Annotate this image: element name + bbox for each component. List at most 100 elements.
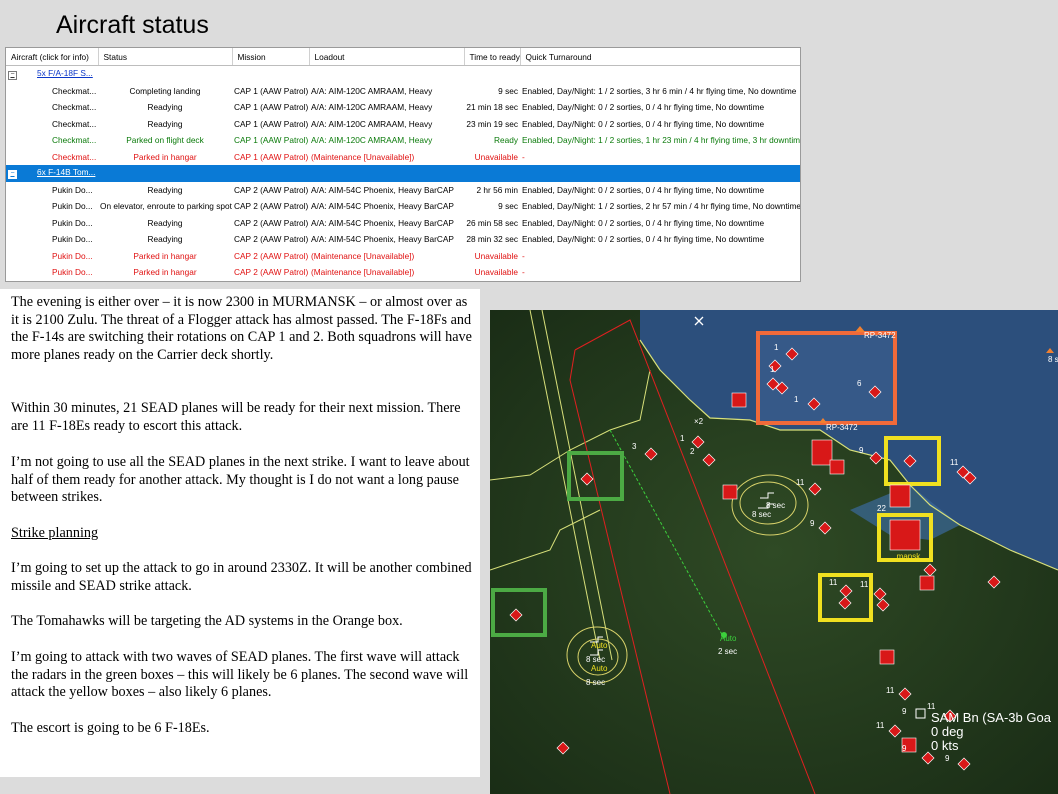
map-label-sec2: 8 sec bbox=[766, 501, 785, 510]
radar-site-unit[interactable] bbox=[829, 459, 845, 475]
mission-cell: CAP 1 (AAW Patrol) bbox=[234, 102, 309, 113]
status-cell: Readying bbox=[147, 102, 183, 113]
aircraft-name-cell[interactable]: Pukin Do... bbox=[6, 248, 98, 265]
time-to-ready-cell: 26 min 58 sec bbox=[466, 217, 518, 228]
aircraft-row[interactable]: Pukin Do... On elevator, enroute to parki… bbox=[6, 198, 800, 215]
aircraft-name-cell[interactable]: Checkmat... bbox=[6, 99, 98, 116]
loadout-cell: A/A: AIM-54C Phoenix, Heavy BarCAP bbox=[311, 201, 454, 212]
collapse-toggle-icon[interactable]: − bbox=[8, 170, 17, 180]
mission-cell: CAP 1 (AAW Patrol) bbox=[234, 85, 309, 96]
map-label-n7: 2 bbox=[690, 447, 695, 456]
group-name-link[interactable]: 6x F-14B Tom... bbox=[37, 167, 95, 177]
mission-cell: CAP 1 (AAW Patrol) bbox=[234, 135, 309, 146]
radar-site-unit[interactable] bbox=[879, 649, 895, 665]
map-label-auto2-sec: 8 sec bbox=[586, 678, 605, 687]
status-cell: Parked in hangar bbox=[133, 267, 197, 278]
loadout-cell: A/A: AIM-54C Phoenix, Heavy BarCAP bbox=[311, 234, 454, 245]
group-cell[interactable]: − 6x F-14B Tom... bbox=[6, 165, 800, 182]
column-header-mission[interactable]: Mission bbox=[232, 48, 310, 66]
aircraft-name-cell[interactable]: Checkmat... bbox=[6, 149, 98, 166]
quick-turnaround-cell: - bbox=[522, 250, 525, 261]
quick-turnaround-cell: Enabled, Day/Night: 1 / 2 sorties, 3 hr … bbox=[522, 85, 797, 96]
aircraft-name-cell[interactable]: Pukin Do... bbox=[6, 182, 98, 199]
aircraft-status-grid[interactable]: Aircraft (click for info) Status Mission… bbox=[5, 47, 801, 282]
aircraft-group-row[interactable]: − 6x F-14B Tom... bbox=[6, 165, 800, 182]
time-to-ready-cell: 2 hr 56 min bbox=[476, 184, 518, 195]
aircraft-row[interactable]: Checkmat... Parked in hangar CAP 1 (AAW Pa… bbox=[6, 149, 800, 166]
loadout-cell: (Maintenance [Unavailable]) bbox=[311, 151, 415, 162]
status-cell: On elevator, enroute to parking spot bbox=[100, 201, 232, 212]
status-cell: Parked in hangar bbox=[133, 151, 197, 162]
column-header-status[interactable]: Status bbox=[98, 48, 233, 66]
aircraft-row[interactable]: Checkmat... Readying CAP 1 (AAW Patrol) A/A… bbox=[6, 99, 800, 116]
narrative-paragraph-7: The escort is going to be 6 F-18Es. bbox=[11, 720, 210, 736]
narrative-panel: The evening is either over – it is now 2… bbox=[0, 289, 480, 777]
narrative-paragraph-5: The Tomahawks will be targeting the AD s… bbox=[11, 613, 403, 629]
quick-turnaround-cell: Enabled, Day/Night: 1 / 2 sorties, 2 hr … bbox=[522, 201, 800, 212]
aircraft-row[interactable]: Pukin Do... Readying CAP 2 (AAW Patrol) A/A… bbox=[6, 182, 800, 199]
map-label-n10: 11 bbox=[796, 478, 805, 487]
aircraft-row[interactable]: Pukin Do... Readying CAP 2 (AAW Patrol) A/A… bbox=[6, 231, 800, 248]
group-cell[interactable]: − 5x F/A-18F S... bbox=[6, 66, 800, 83]
time-to-ready-cell: 23 min 19 sec bbox=[466, 118, 518, 129]
aircraft-name-cell[interactable]: Pukin Do... bbox=[6, 231, 98, 248]
map-label-n9: 11 bbox=[950, 458, 959, 467]
mission-cell: CAP 2 (AAW Patrol) bbox=[234, 184, 309, 195]
sam-heading-label: 0 deg bbox=[931, 724, 964, 739]
aircraft-name-cell[interactable]: Pukin Do... bbox=[6, 198, 98, 215]
status-cell: Readying bbox=[147, 118, 183, 129]
map-label-n5: 3 bbox=[632, 442, 637, 451]
column-header-time-to-ready[interactable]: Time to ready bbox=[464, 48, 521, 66]
radar-site-unit[interactable] bbox=[889, 484, 911, 508]
status-cell: Parked on flight deck bbox=[126, 135, 204, 146]
column-header-aircraft[interactable]: Aircraft (click for info) bbox=[6, 48, 99, 66]
orange-target-box[interactable] bbox=[756, 331, 897, 425]
aircraft-name-cell[interactable]: Checkmat... bbox=[6, 116, 98, 133]
map-label-n18: 11 bbox=[886, 686, 895, 695]
aircraft-name-cell[interactable]: Checkmat... bbox=[6, 132, 98, 149]
map-label-n8: 9 bbox=[859, 446, 864, 455]
loadout-cell: A/A: AIM-120C AMRAAM, Heavy bbox=[311, 118, 433, 129]
aircraft-name-cell[interactable]: Pukin Do... bbox=[6, 264, 98, 281]
collapse-toggle-icon[interactable]: − bbox=[8, 71, 17, 81]
group-name-link[interactable]: 5x F/A-18F S... bbox=[37, 68, 93, 78]
status-cell: Readying bbox=[147, 234, 183, 245]
time-to-ready-cell: 21 min 18 sec bbox=[466, 102, 518, 113]
radar-site-unit[interactable] bbox=[811, 439, 833, 466]
radar-site-unit[interactable] bbox=[919, 575, 935, 591]
mission-cell: CAP 2 (AAW Patrol) bbox=[234, 201, 309, 212]
quick-turnaround-cell: Enabled, Day/Night: 1 / 2 sorties, 1 hr … bbox=[522, 135, 800, 146]
loadout-cell: A/A: AIM-120C AMRAAM, Heavy bbox=[311, 102, 433, 113]
table-header-row: Aircraft (click for info) Status Mission… bbox=[6, 48, 800, 66]
page-title: Aircraft status bbox=[56, 11, 209, 39]
map-label-rp2: RP-3472 bbox=[826, 423, 858, 432]
aircraft-row[interactable]: Pukin Do... Parked in hangar CAP 2 (AAW Pa… bbox=[6, 248, 800, 265]
quick-turnaround-cell: Enabled, Day/Night: 0 / 2 sorties, 0 / 4… bbox=[522, 184, 765, 195]
mission-cell: CAP 1 (AAW Patrol) bbox=[234, 118, 309, 129]
aircraft-row[interactable]: Pukin Do... Readying CAP 2 (AAW Patrol) A/A… bbox=[6, 215, 800, 232]
map-label-n4: 1 bbox=[794, 395, 799, 404]
tactical-map[interactable]: RP-3472 RP-3472 8 s ×2 ...mansk Auto 8 s… bbox=[490, 310, 1058, 794]
status-cell: Readying bbox=[147, 184, 183, 195]
mission-cell: CAP 1 (AAW Patrol) bbox=[234, 151, 309, 162]
mission-cell: CAP 2 (AAW Patrol) bbox=[234, 250, 309, 261]
time-to-ready-cell: 9 sec bbox=[498, 85, 518, 96]
aircraft-name-cell[interactable]: Checkmat... bbox=[6, 83, 98, 100]
radar-site-unit[interactable] bbox=[889, 519, 921, 551]
strike-planning-heading: Strike planning bbox=[11, 525, 99, 541]
aircraft-row[interactable]: Checkmat... Parked on flight deck CAP 1 (A… bbox=[6, 132, 800, 149]
aircraft-row[interactable]: Pukin Do... Parked in hangar CAP 2 (AAW Pa… bbox=[6, 264, 800, 281]
sam-speed-label: 0 kts bbox=[931, 738, 959, 753]
map-label-n11: 22 bbox=[877, 504, 886, 513]
column-header-quick-turnaround[interactable]: Quick Turnaround bbox=[520, 48, 800, 66]
column-header-loadout[interactable]: Loadout bbox=[309, 48, 465, 66]
loadout-cell: A/A: AIM-120C AMRAAM, Heavy bbox=[311, 85, 433, 96]
map-label-n17: 11 bbox=[876, 721, 885, 730]
status-cell: Completing landing bbox=[129, 85, 201, 96]
aircraft-group-row[interactable]: − 5x F/A-18F S... bbox=[6, 66, 800, 83]
aircraft-row[interactable]: Checkmat... Completing landing CAP 1 (AAW … bbox=[6, 83, 800, 100]
radar-site-unit[interactable] bbox=[722, 484, 738, 500]
aircraft-name-cell[interactable]: Pukin Do... bbox=[6, 215, 98, 232]
aircraft-row[interactable]: Checkmat... Readying CAP 1 (AAW Patrol) A/A… bbox=[6, 116, 800, 133]
radar-site-unit[interactable] bbox=[731, 392, 747, 408]
